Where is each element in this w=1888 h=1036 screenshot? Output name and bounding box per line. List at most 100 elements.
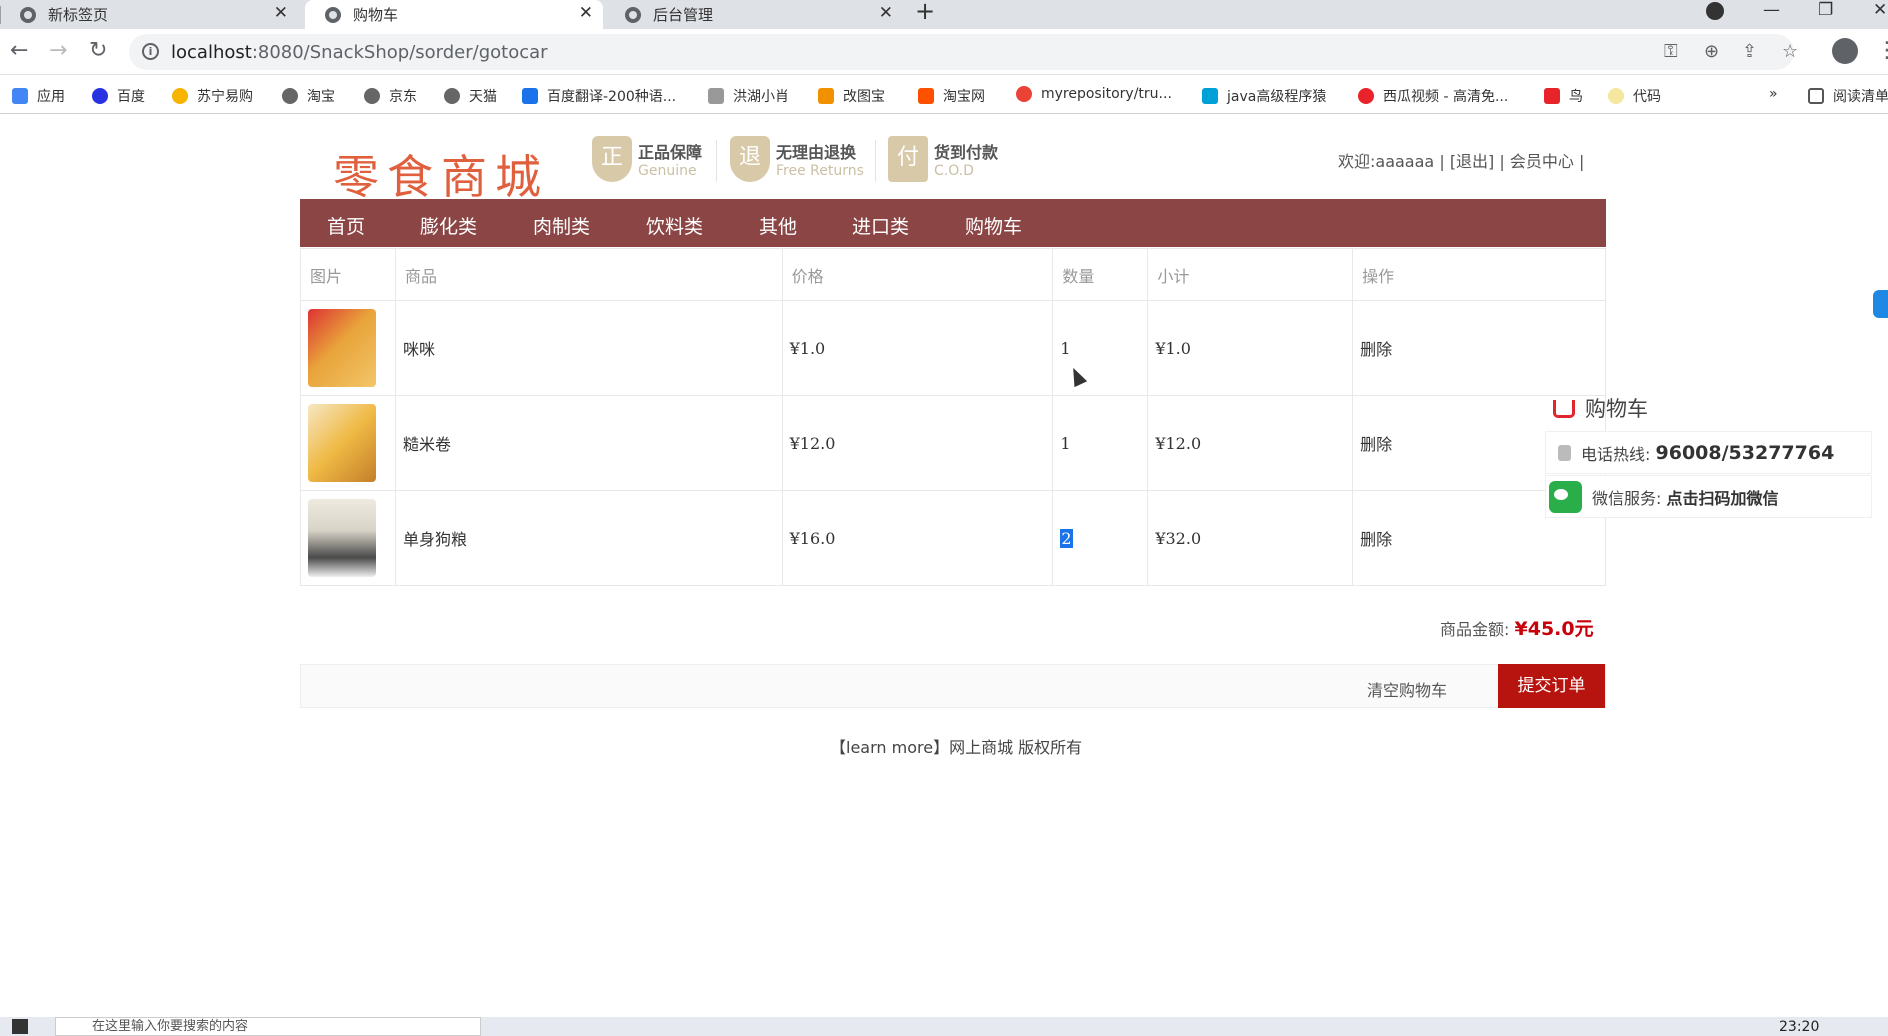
windows-start-icon[interactable]	[12, 1019, 28, 1034]
product-quantity[interactable]: 1	[1052, 395, 1149, 491]
nav-puffed[interactable]: 膨化类	[420, 212, 477, 239]
product-price: ¥12.0	[781, 395, 1054, 491]
side-tool-icon[interactable]	[1873, 290, 1888, 318]
bookmark-taobaowang[interactable]: 淘宝网	[918, 86, 985, 106]
bookmark-honghu[interactable]: 洪湖小肖	[708, 86, 789, 106]
delete-link[interactable]: 删除	[1352, 300, 1606, 396]
reading-list-icon	[1808, 88, 1824, 104]
product-name[interactable]: 糙米卷	[394, 395, 783, 491]
bookmark-apps[interactable]: 应用	[12, 86, 65, 106]
main-nav: 首页 膨化类 肉制类 饮料类 其他 进口类 购物车	[300, 199, 1606, 247]
url-text[interactable]: localhost:8080/SnackShop/sorder/gotocar	[171, 42, 548, 63]
profile-avatar-icon[interactable]	[1832, 38, 1858, 64]
cart-action-bar: 清空购物车 提交订单	[300, 664, 1606, 708]
tab-label: 购物车	[353, 6, 399, 24]
forward-arrow-icon[interactable]: →	[49, 38, 67, 63]
taskbar-search-input[interactable]: 在这里输入你要搜索的内容	[55, 1017, 481, 1036]
logout-link[interactable]: [退出]	[1450, 152, 1495, 171]
address-bar[interactable]: i localhost:8080/SnackShop/sorder/gotoca…	[129, 34, 1798, 70]
close-icon[interactable]: ✕	[579, 3, 593, 23]
product-quantity[interactable]: 2	[1052, 490, 1149, 586]
nav-home[interactable]: 首页	[327, 212, 365, 239]
table-row: 单身狗粮 ¥16.0 2 ¥32.0 删除	[300, 490, 1606, 586]
footer-copyright: 【learn more】网上商城 版权所有	[830, 738, 1083, 757]
zoom-icon[interactable]: ⊕	[1704, 41, 1719, 62]
bookmark-gaitubao[interactable]: 改图宝	[818, 86, 885, 106]
column-header: 数量	[1052, 248, 1149, 301]
nav-meat[interactable]: 肉制类	[533, 212, 590, 239]
xigua-icon	[1358, 88, 1374, 104]
share-icon[interactable]: ⇪	[1742, 41, 1757, 62]
product-name[interactable]: 咪咪	[394, 300, 783, 396]
table-row: 糙米卷 ¥12.0 1 ¥12.0 删除	[300, 395, 1606, 491]
clear-cart-link[interactable]: 清空购物车	[1367, 677, 1447, 701]
product-image[interactable]	[308, 309, 376, 387]
window-close-icon[interactable]: ✕	[1873, 0, 1887, 20]
bookmark-jd[interactable]: 京东	[364, 86, 417, 106]
apps-grid-icon	[12, 88, 28, 104]
gift-icon: 付	[888, 136, 928, 182]
wechat-row[interactable]: 微信服务: 点击扫码加微信	[1545, 475, 1872, 518]
table-header-row: 图片 商品 价格 数量 小计 操作	[300, 248, 1606, 301]
submit-order-button[interactable]: 提交订单	[1498, 664, 1605, 708]
product-image-cell	[300, 300, 396, 396]
bookmark-xigua[interactable]: 西瓜视频 - 高清免...	[1358, 86, 1508, 106]
wechat-icon	[1549, 480, 1582, 513]
nav-imported[interactable]: 进口类	[852, 212, 909, 239]
bookmark-tmall[interactable]: 天猫	[444, 86, 497, 106]
product-name[interactable]: 单身狗粮	[394, 490, 783, 586]
tab-cart[interactable]: 购物车 ✕	[305, 0, 603, 29]
site-logo[interactable]: 零食商城	[333, 141, 549, 207]
key-icon[interactable]: ⚿	[1664, 41, 1678, 62]
bookmark-java[interactable]: java高级程序猿	[1202, 86, 1326, 106]
product-subtotal: ¥1.0	[1147, 300, 1354, 396]
bookmark-taobao[interactable]: 淘宝	[282, 86, 335, 106]
order-total: 商品金额: ¥45.0元	[1440, 614, 1594, 641]
reload-icon[interactable]: ↻	[89, 38, 107, 63]
member-center-link[interactable]: 会员中心	[1510, 152, 1574, 171]
product-quantity[interactable]: 1	[1052, 300, 1149, 396]
nav-drinks[interactable]: 饮料类	[646, 212, 703, 239]
reading-list[interactable]: 阅读清单	[1808, 86, 1888, 106]
close-icon[interactable]: ✕	[274, 3, 288, 23]
side-cart-title[interactable]: 购物车	[1553, 393, 1872, 423]
minimize-icon[interactable]: —	[1763, 0, 1780, 20]
product-image[interactable]	[308, 404, 376, 482]
column-header: 价格	[781, 248, 1054, 301]
restore-icon[interactable]: ❐	[1818, 0, 1833, 20]
chrome-icon	[1016, 86, 1032, 102]
divider	[716, 140, 717, 182]
phone-icon	[1558, 444, 1571, 461]
new-tab-plus-icon[interactable]: +	[915, 0, 935, 23]
menu-dots-icon[interactable]: ⋮	[1876, 38, 1888, 63]
nav-other[interactable]: 其他	[759, 212, 797, 239]
globe-icon	[325, 6, 341, 23]
profile-dropdown-icon[interactable]	[1706, 2, 1724, 20]
star-icon[interactable]: ☆	[1782, 41, 1798, 62]
badge-genuine: 正 正品保障 Genuine	[592, 136, 702, 182]
nav-cart[interactable]: 购物车	[965, 212, 1022, 239]
back-arrow-icon[interactable]: ←	[10, 38, 28, 63]
bookmark-code[interactable]: 代码	[1608, 86, 1661, 106]
gaitubao-icon	[818, 88, 834, 104]
tab-new-tab[interactable]: 新标签页 ✕	[0, 0, 298, 29]
product-image[interactable]	[308, 499, 376, 577]
close-icon[interactable]: ✕	[879, 3, 893, 23]
bookmark-suning[interactable]: 苏宁易购	[172, 86, 253, 106]
column-header: 图片	[300, 248, 396, 301]
globe-icon	[282, 88, 298, 104]
tab-admin[interactable]: 后台管理 ✕	[605, 0, 903, 29]
taskbar-clock[interactable]: 23:20	[1779, 1019, 1819, 1035]
divider	[875, 140, 876, 182]
column-header: 小计	[1147, 248, 1354, 301]
site-info-icon[interactable]: i	[142, 43, 159, 60]
bookmark-baidu-translate[interactable]: 百度翻译-200种语...	[522, 86, 676, 106]
bookmark-bird[interactable]: 鸟	[1544, 86, 1583, 106]
quantity-selected-text[interactable]: 2	[1060, 528, 1073, 548]
shield-icon: 退	[730, 136, 770, 182]
baidu-icon	[92, 88, 108, 104]
badge-free-returns: 退 无理由退换 Free Returns	[730, 136, 864, 182]
bookmarks-more[interactable]: »	[1769, 86, 1778, 102]
bookmark-myrepository[interactable]: myrepository/tru...	[1016, 86, 1172, 102]
bookmark-baidu[interactable]: 百度	[92, 86, 145, 106]
